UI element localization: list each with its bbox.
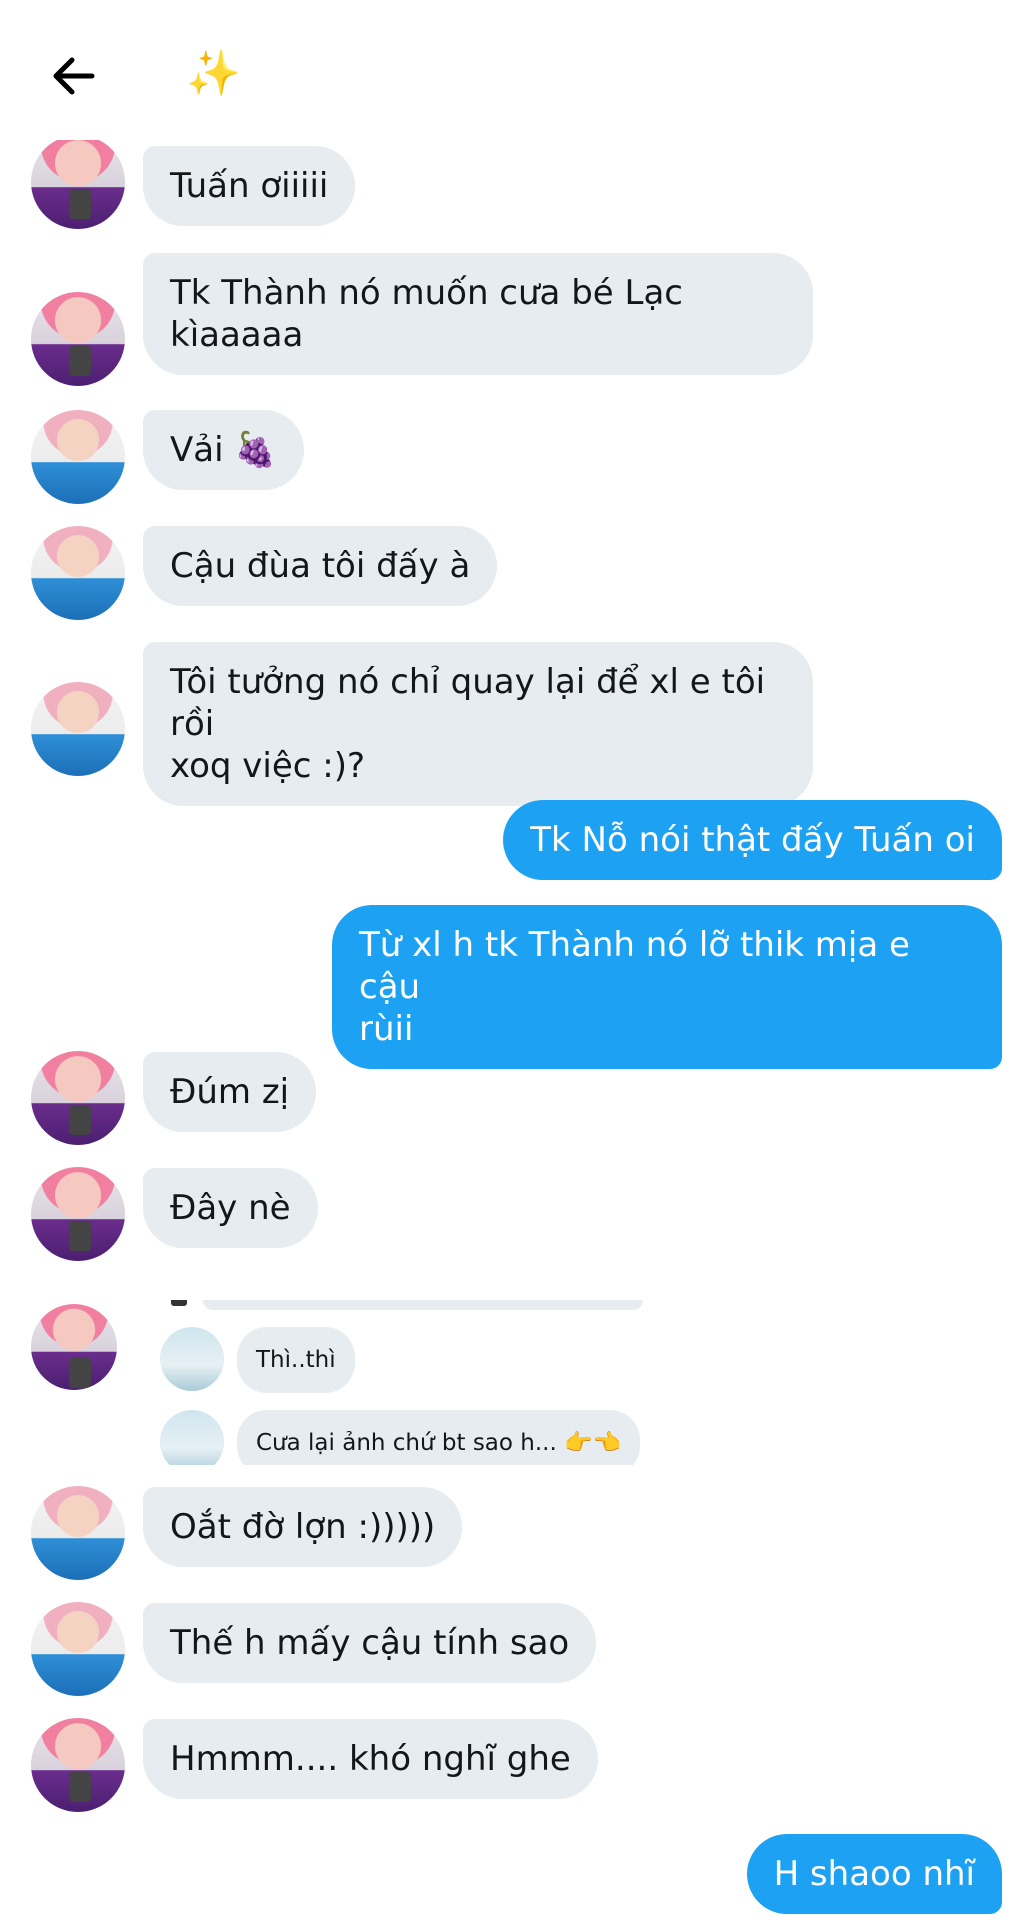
avatar[interactable] xyxy=(31,1167,125,1261)
avatar xyxy=(160,1327,224,1391)
sparkles-icon: ✨ xyxy=(186,48,241,99)
avatar[interactable] xyxy=(31,410,125,504)
avatar[interactable] xyxy=(31,682,125,776)
quoted-message: Cưa lại ảnh chứ bt sao h... 👉👈 xyxy=(237,1410,641,1465)
arrow-left-icon[interactable] xyxy=(46,48,102,104)
message-bubble: Vải 🍇 xyxy=(143,410,304,490)
avatar xyxy=(160,1410,224,1465)
message-bubble: Tk Thành nó muốn cưa bé Lạc kìaaaaa xyxy=(143,253,813,375)
avatar[interactable] xyxy=(31,1718,125,1812)
message-bubble: Đúm zị xyxy=(143,1052,317,1132)
message-bubble: Oắt đờ lợn :))))) xyxy=(143,1487,463,1567)
avatar[interactable] xyxy=(31,292,125,386)
message-bubble: Thế h mấy cậu tính sao xyxy=(143,1603,597,1683)
avatar[interactable] xyxy=(31,1486,125,1580)
message-bubble: Đây nè xyxy=(143,1168,318,1248)
message-bubble-outgoing: Tk Nỗ nói thật đấy Tuấn oi xyxy=(503,800,1002,880)
avatar[interactable] xyxy=(31,1602,125,1696)
chat-header: ✨ xyxy=(0,0,1034,140)
quoted-message: Thì..thì xyxy=(237,1327,355,1393)
message-bubble: Hmmm.... khó nghĩ ghe xyxy=(143,1719,598,1799)
message-bubble-outgoing: Từ xl h tk Thành nó lỡ thik mịa e cậu rù… xyxy=(332,905,1002,1069)
avatar[interactable] xyxy=(31,1304,117,1390)
message-bubble: Tôi tưởng nó chỉ quay lại để xl e tôi rồ… xyxy=(143,642,813,806)
avatar[interactable] xyxy=(31,526,125,620)
avatar[interactable] xyxy=(31,1051,125,1145)
message-bubble: Cậu đùa tôi đấy à xyxy=(143,526,498,606)
avatar[interactable] xyxy=(31,135,125,229)
shared-screenshot[interactable]: Thì..thì Cưa lại ảnh chứ bt sao h... 👉👈 xyxy=(143,1300,703,1465)
message-bubble-outgoing: H shaoo nhĩ xyxy=(746,1834,1002,1914)
message-bubble: Tuấn ơiiiii xyxy=(143,146,356,226)
